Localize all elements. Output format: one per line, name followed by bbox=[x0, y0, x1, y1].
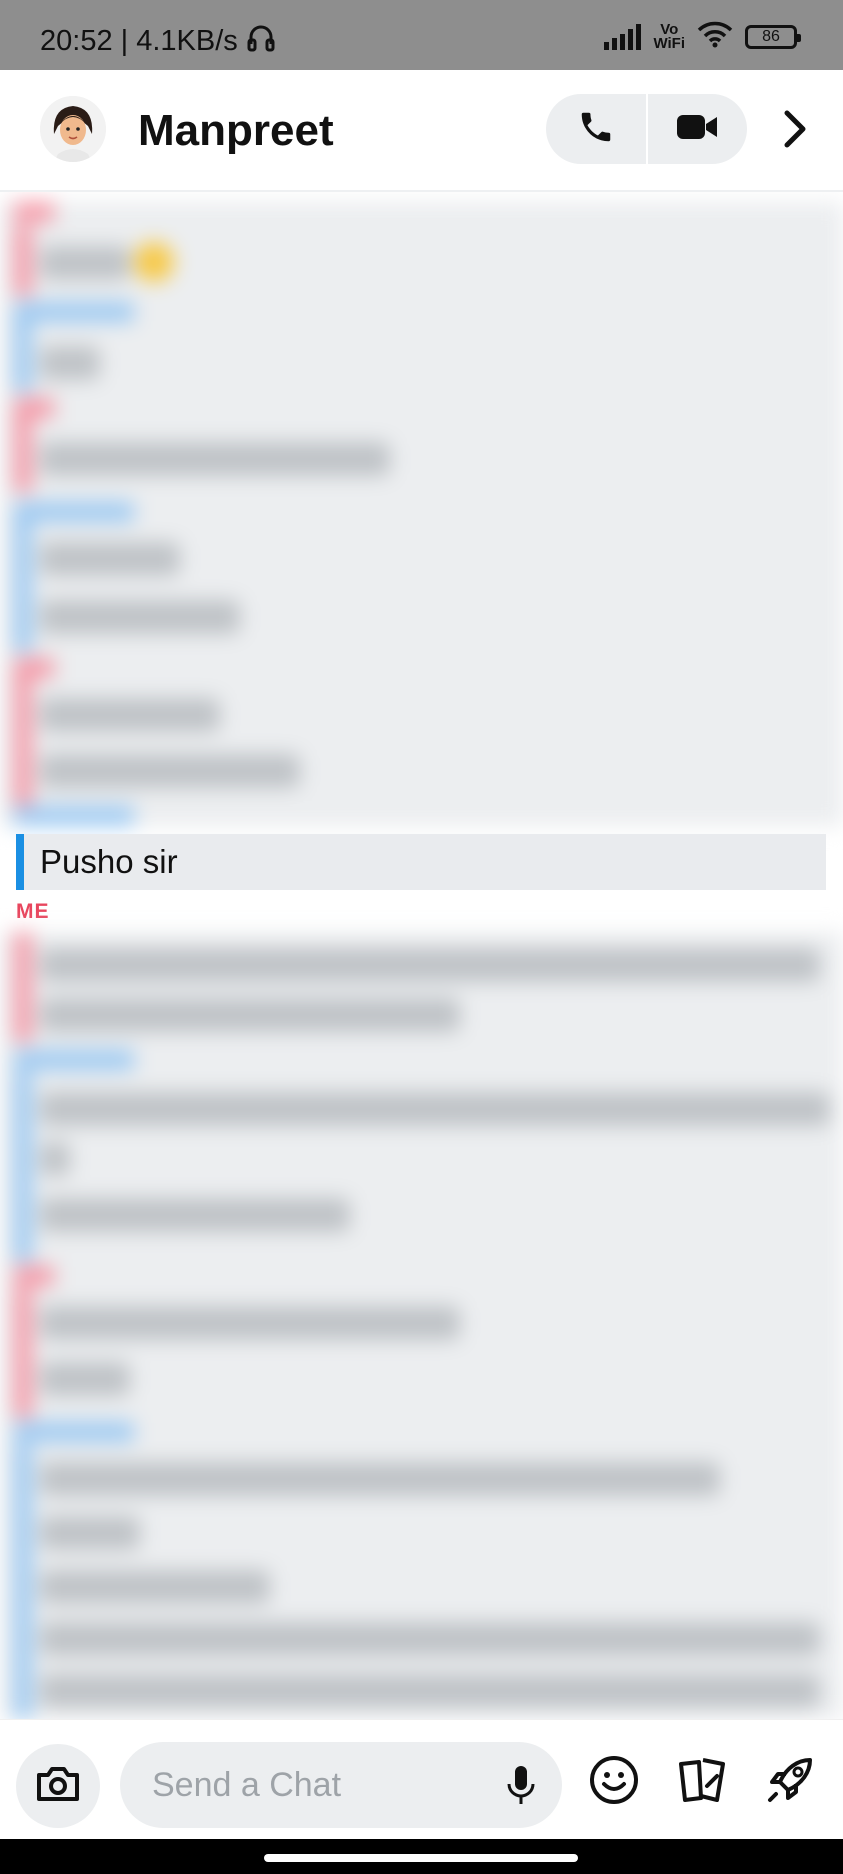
call-pill bbox=[546, 94, 747, 164]
emoji-button[interactable] bbox=[584, 1752, 644, 1812]
cards-button[interactable] bbox=[672, 1752, 732, 1812]
wifi-icon bbox=[697, 20, 733, 53]
rocket-button[interactable] bbox=[760, 1752, 820, 1812]
cards-icon bbox=[675, 1754, 729, 1811]
vowifi-bottom: WiFi bbox=[653, 34, 685, 52]
home-indicator[interactable] bbox=[264, 1854, 578, 1862]
status-right: Vo WiFi 86 bbox=[604, 20, 801, 53]
rocket-icon bbox=[764, 1754, 816, 1811]
message-bubble[interactable]: Pusho sir bbox=[16, 834, 826, 890]
status-bar: 20:52 | 4.1KB/s Vo WiFi 86 bbox=[0, 0, 843, 70]
avatar[interactable] bbox=[40, 96, 106, 162]
chat-input[interactable] bbox=[120, 1742, 562, 1828]
contact-name[interactable]: Manpreet bbox=[138, 106, 334, 156]
status-left: 20:52 | 4.1KB/s bbox=[40, 22, 276, 60]
vowifi-icon: Vo WiFi bbox=[653, 22, 685, 52]
chevron-right-icon[interactable] bbox=[771, 106, 817, 152]
navigation-bar bbox=[0, 1839, 843, 1874]
chat-area[interactable]: Pusho sir ME bbox=[0, 192, 843, 1719]
signal-icon bbox=[604, 23, 642, 50]
phone-icon bbox=[577, 108, 615, 151]
emoji-icon bbox=[588, 1754, 640, 1811]
mic-icon[interactable] bbox=[506, 1764, 536, 1811]
sender-label: ME bbox=[16, 900, 50, 923]
camera-button[interactable] bbox=[16, 1744, 100, 1828]
blurred-messages-top bbox=[0, 202, 843, 826]
blurred-messages-bottom bbox=[0, 932, 843, 1719]
battery-icon: 86 bbox=[745, 24, 801, 49]
chat-header: Manpreet bbox=[0, 70, 843, 192]
chat-composer bbox=[0, 1719, 843, 1839]
camera-icon bbox=[35, 1765, 81, 1808]
battery-level: 86 bbox=[762, 27, 780, 45]
message-text: Pusho sir bbox=[40, 843, 178, 880]
video-call-button[interactable] bbox=[648, 94, 748, 164]
voice-call-button[interactable] bbox=[546, 94, 646, 164]
video-icon bbox=[675, 111, 719, 148]
status-time: 20:52 | 4.1KB/s bbox=[40, 24, 238, 57]
headphones-icon bbox=[246, 22, 276, 60]
